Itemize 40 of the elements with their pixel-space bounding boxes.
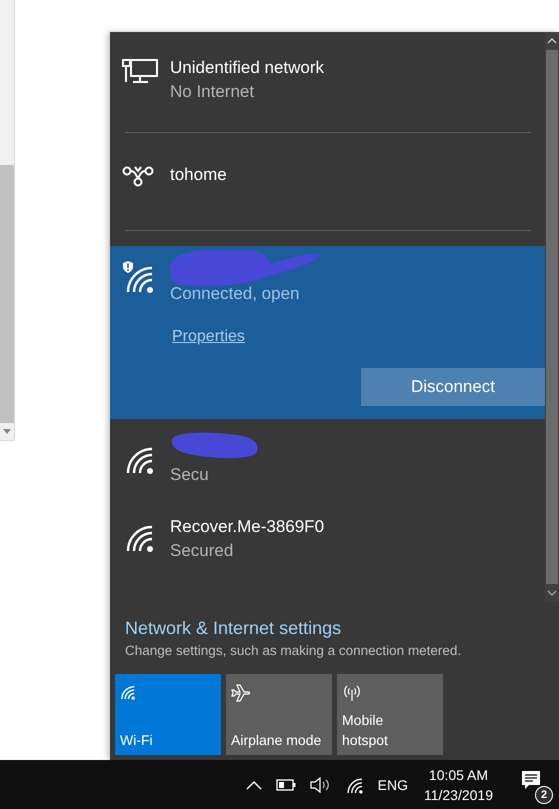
network-name: Recover.Me-3869F0	[170, 516, 324, 538]
network-item[interactable]: Secu	[110, 419, 545, 497]
disconnect-button[interactable]: Disconnect	[361, 368, 545, 406]
airplane-icon	[231, 684, 251, 702]
settings-link[interactable]: Network & Internet settings	[125, 616, 544, 640]
notification-count: 2	[535, 786, 553, 804]
network-status: Secured	[170, 540, 234, 562]
quick-action-tile[interactable]: Wi-Fi	[115, 674, 221, 755]
quick-action-tile[interactable]: Mobile hotspot	[337, 674, 443, 755]
speaker-icon[interactable]	[310, 776, 332, 792]
wifi-icon[interactable]	[346, 776, 364, 794]
clock-time: 10:05 AM	[428, 766, 488, 784]
antenna-icon	[342, 684, 362, 702]
dial-up-icon	[122, 165, 154, 187]
scrollbar[interactable]	[545, 32, 559, 602]
scrollbar[interactable]	[0, 0, 15, 441]
language-indicator[interactable]: ENG	[378, 776, 408, 792]
clock-date: 11/23/2019	[424, 786, 493, 804]
monitor-icon	[122, 58, 158, 84]
network-item[interactable]: Unidentified network No Internet	[110, 32, 545, 132]
network-status: No Internet	[170, 81, 256, 103]
settings-description: Change settings, such as making a connection metered.	[125, 642, 462, 660]
quick-action-tile[interactable]: Airplane mode	[226, 674, 332, 755]
scroll-down-icon[interactable]	[547, 590, 557, 596]
network-name: tohome	[170, 164, 227, 186]
down-arrow-icon[interactable]	[3, 429, 11, 434]
network-name: Unidentified network	[170, 57, 324, 79]
wifi-warning-icon	[122, 260, 156, 294]
wifi-icon	[120, 684, 136, 700]
scroll-up-icon[interactable]	[547, 38, 557, 44]
network-item[interactable]: Connected, open Properties Disconnect	[110, 246, 545, 419]
notification-icon[interactable]	[521, 770, 541, 790]
properties-link[interactable]: Properties	[172, 328, 245, 346]
clock[interactable]: 10:05 AM 11/23/2019	[424, 764, 493, 804]
network-item[interactable]: tohome	[110, 133, 545, 230]
battery-icon[interactable]	[276, 778, 296, 790]
network-item[interactable]: Recover.Me-3869F0 Secured	[110, 497, 545, 575]
network-status: Secu	[170, 464, 209, 486]
chevron-up-icon[interactable]	[246, 780, 262, 790]
network-status: Connected, open	[170, 283, 300, 305]
